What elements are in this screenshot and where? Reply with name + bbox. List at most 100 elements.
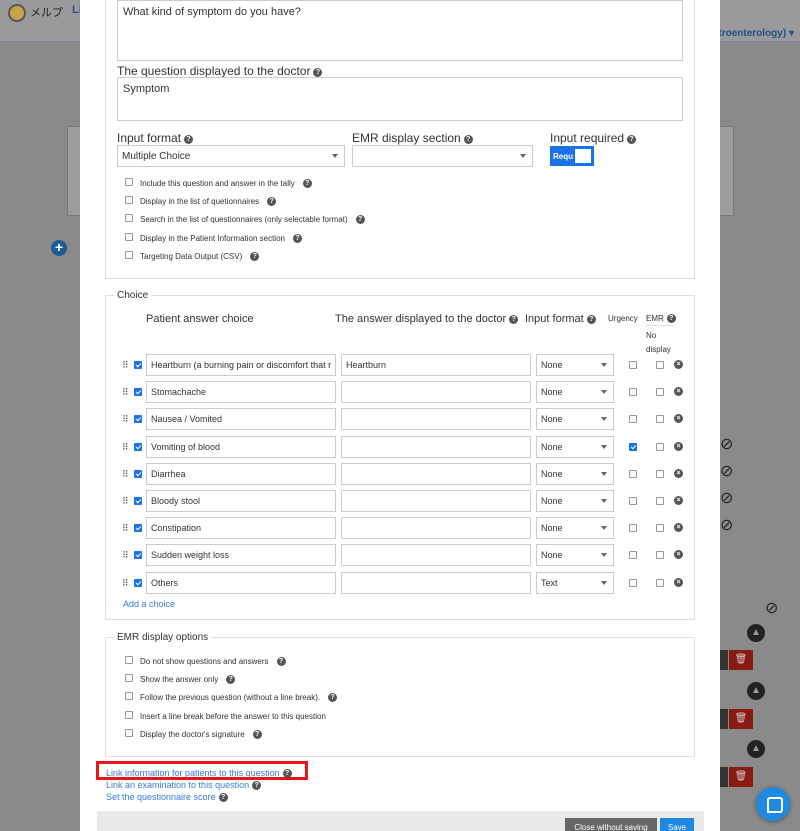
doctor-answer-input[interactable] [341,544,531,566]
doctor-answer-input[interactable]: Heartburn [341,354,531,376]
patient-answer-input[interactable]: Diarrhea [146,463,336,485]
emr-option-checkbox[interactable] [125,711,133,719]
emr-option-checkbox[interactable] [125,729,133,737]
help-icon[interactable]: ? [184,135,194,144]
help-icon[interactable]: ? [250,252,260,261]
emr-option-checkbox[interactable] [125,692,133,700]
help-icon[interactable]: ? [292,234,302,243]
emr-no-display-checkbox[interactable] [656,415,664,423]
choice-format-select[interactable]: None [536,544,614,566]
help-icon[interactable]: ? [627,135,637,144]
urgency-checkbox[interactable] [629,497,637,505]
patient-answer-input[interactable]: Nausea / Vomited [146,408,336,430]
emr-no-display-checkbox[interactable] [656,443,664,451]
set-score-link[interactable]: Set the questionnaire score? [106,792,228,802]
help-icon[interactable]: ? [355,215,365,224]
option-checkbox-patient-info[interactable] [125,233,133,241]
option-checkbox-tally[interactable] [125,178,133,186]
add-icon[interactable]: + [51,240,67,256]
drag-handle-icon[interactable]: ⠿ [122,550,129,561]
help-icon[interactable]: ? [252,781,262,790]
emr-option-checkbox[interactable] [125,656,133,664]
urgency-checkbox[interactable] [629,524,637,532]
patient-answer-input[interactable]: Vomiting of blood [146,436,336,458]
close-without-saving-button[interactable]: Close without saving [565,818,657,831]
help-icon[interactable]: ? [328,693,338,702]
remove-choice-icon[interactable]: × [674,550,683,559]
urgency-checkbox[interactable] [629,579,637,587]
emr-no-display-checkbox[interactable] [656,388,664,396]
emr-no-display-checkbox[interactable] [656,524,664,532]
drag-handle-icon[interactable]: ⠿ [122,387,129,398]
patient-answer-input[interactable]: Others [146,572,336,594]
patient-answer-input[interactable]: Stomachache [146,381,336,403]
save-button[interactable]: Save [660,818,694,831]
urgency-checkbox[interactable] [629,551,637,559]
doctor-answer-input[interactable] [341,408,531,430]
emr-no-display-checkbox[interactable] [656,579,664,587]
help-icon[interactable]: ? [313,68,323,77]
drag-handle-icon[interactable]: ⠿ [122,469,129,480]
choice-format-select[interactable]: None [536,354,614,376]
help-icon[interactable]: ? [276,657,286,666]
option-checkbox-list[interactable] [125,196,133,204]
hidden-eye-icon[interactable]: ⊘ [720,515,733,535]
hidden-eye-icon[interactable]: ⊘ [765,598,778,618]
remove-choice-icon[interactable]: × [674,414,683,423]
doctor-answer-input[interactable] [341,572,531,594]
choice-enabled-checkbox[interactable] [134,361,142,369]
help-icon[interactable]: ? [218,793,228,802]
collapse-icon[interactable]: ▲ [747,740,765,758]
emr-no-display-checkbox[interactable] [656,497,664,505]
choice-format-select[interactable]: None [536,436,614,458]
emr-no-display-checkbox[interactable] [656,361,664,369]
remove-choice-icon[interactable]: × [674,442,683,451]
help-icon[interactable]: ? [666,314,676,323]
choice-format-select[interactable]: None [536,408,614,430]
choice-format-select[interactable]: Text [536,572,614,594]
hidden-eye-icon[interactable]: ⊘ [720,434,733,454]
delete-icon[interactable]: 🗑 [729,767,753,787]
help-icon[interactable]: ? [302,179,312,188]
emr-section-select[interactable] [352,145,533,167]
remove-choice-icon[interactable]: × [674,360,683,369]
help-icon[interactable]: ? [267,197,277,206]
delete-icon[interactable]: 🗑 [729,650,753,670]
input-format-select[interactable]: Multiple Choice [117,145,345,167]
choice-format-select[interactable]: None [536,490,614,512]
doctor-question-textarea[interactable]: Symptom [117,77,683,121]
emr-no-display-checkbox[interactable] [656,470,664,478]
choice-enabled-checkbox[interactable] [134,443,142,451]
link-exam-link[interactable]: Link an examination to this question? [106,780,262,790]
choice-enabled-checkbox[interactable] [134,524,142,532]
collapse-icon[interactable]: ▲ [747,624,765,642]
patient-answer-input[interactable]: Sudden weight loss [146,544,336,566]
chat-launcher-icon[interactable] [756,787,790,821]
patient-answer-input[interactable]: Bloody stool [146,490,336,512]
remove-choice-icon[interactable]: × [674,578,683,587]
urgency-checkbox[interactable] [629,443,637,451]
choice-enabled-checkbox[interactable] [134,415,142,423]
doctor-answer-input[interactable] [341,463,531,485]
urgency-checkbox[interactable] [629,361,637,369]
help-icon[interactable]: ? [509,315,519,324]
drag-handle-icon[interactable]: ⠿ [122,360,129,371]
drag-handle-icon[interactable]: ⠿ [122,523,129,534]
doctor-answer-input[interactable] [341,381,531,403]
patient-answer-input[interactable]: Constipation [146,517,336,539]
hidden-eye-icon[interactable]: ⊘ [720,488,733,508]
help-icon[interactable]: ? [252,730,262,739]
help-icon[interactable]: ? [282,769,292,778]
remove-choice-icon[interactable]: × [674,469,683,478]
choice-enabled-checkbox[interactable] [134,579,142,587]
choice-enabled-checkbox[interactable] [134,551,142,559]
drag-handle-icon[interactable]: ⠿ [122,578,129,589]
help-icon[interactable]: ? [586,315,596,324]
remove-choice-icon[interactable]: × [674,523,683,532]
remove-choice-icon[interactable]: × [674,496,683,505]
choice-format-select[interactable]: None [536,463,614,485]
hidden-eye-icon[interactable]: ⊘ [720,461,733,481]
delete-icon[interactable]: 🗑 [729,709,753,729]
choice-enabled-checkbox[interactable] [134,388,142,396]
choice-format-select[interactable]: None [536,517,614,539]
